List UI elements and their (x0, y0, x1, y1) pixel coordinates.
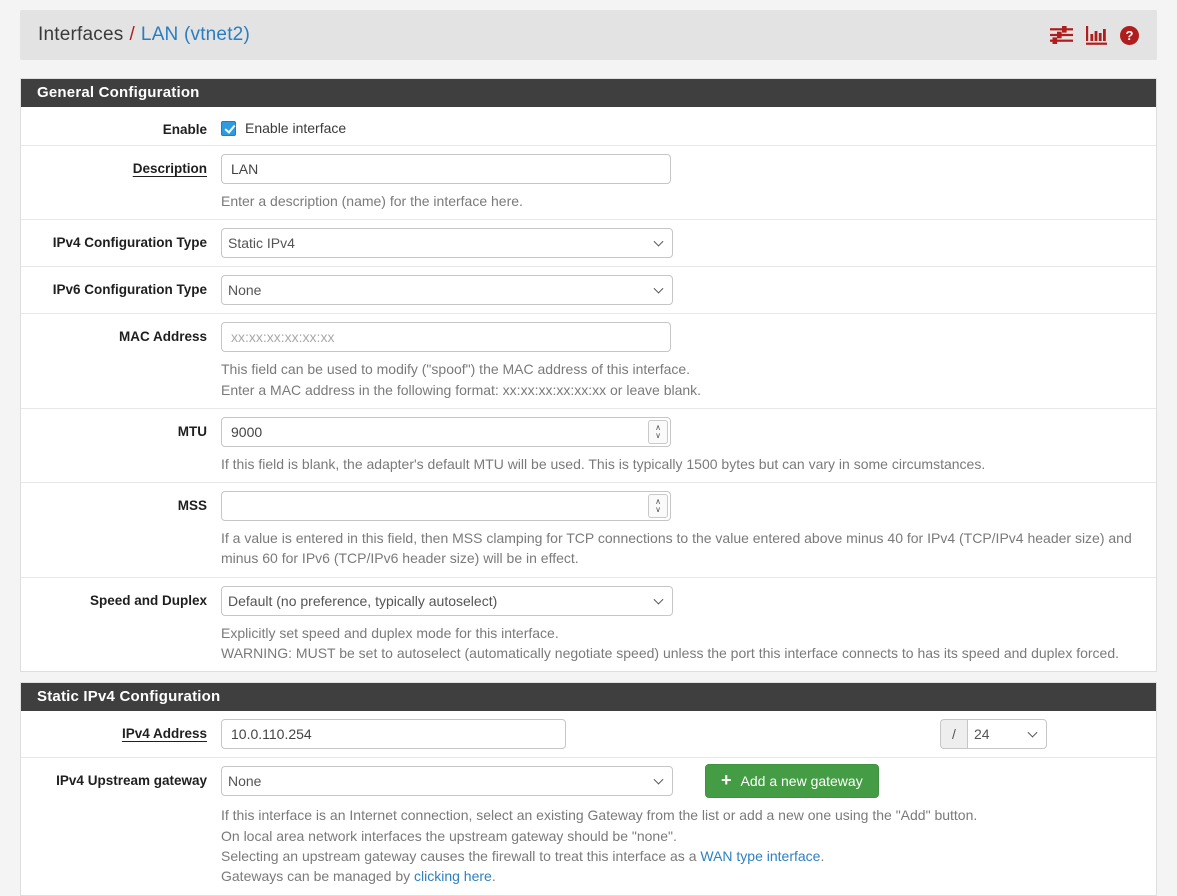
general-configuration-panel: General Configuration Enable Enable inte… (20, 78, 1157, 672)
subnet-mask-prefix: / (940, 719, 967, 749)
row-ipv4-config-type: IPv4 Configuration Type Static IPv4 (21, 219, 1156, 266)
ipv4-upstream-gateway-help: If this interface is an Internet connect… (221, 805, 1140, 886)
speed-duplex-help: Explicitly set speed and duplex mode for… (221, 623, 1140, 664)
static-ipv4-panel: Static IPv4 Configuration IPv4 Address /… (20, 682, 1157, 895)
mac-address-input[interactable] (221, 322, 671, 352)
row-description: Description Enter a description (name) f… (21, 145, 1156, 219)
row-ipv4-upstream-gateway: IPv4 Upstream gateway None + Add a new g… (21, 757, 1156, 894)
enable-interface-checkbox-label[interactable]: Enable interface (245, 120, 346, 136)
enable-label: Enable (21, 115, 221, 137)
description-input[interactable] (221, 154, 671, 184)
breadcrumb-bar: Interfaces/LAN (vtnet2) (20, 10, 1157, 60)
section-title-general: General Configuration (21, 79, 1156, 107)
subnet-mask-select[interactable]: 24 (967, 719, 1047, 749)
row-mac-address: MAC Address This field can be used to mo… (21, 313, 1156, 408)
section-title-static-ipv4: Static IPv4 Configuration (21, 683, 1156, 711)
gateways-clicking-here-link[interactable]: clicking here (414, 868, 492, 884)
row-mss: MSS ∧∨ If a value is entered in this fie… (21, 482, 1156, 577)
ipv6-config-type-label: IPv6 Configuration Type (21, 275, 221, 297)
mtu-help: If this field is blank, the adapter's de… (221, 454, 1140, 474)
speed-duplex-label: Speed and Duplex (21, 586, 221, 608)
plus-icon: + (721, 771, 732, 789)
breadcrumb-page-link[interactable]: LAN (vtnet2) (141, 24, 250, 45)
ipv4-upstream-gateway-label: IPv4 Upstream gateway (21, 766, 221, 788)
number-spinner-icon[interactable]: ∧∨ (648, 494, 668, 518)
enable-interface-checkbox[interactable] (221, 121, 236, 136)
wan-type-interface-link[interactable]: WAN type interface (700, 848, 820, 864)
mtu-input[interactable] (221, 417, 671, 447)
chart-bar-icon[interactable] (1086, 26, 1107, 45)
breadcrumb: Interfaces/LAN (vtnet2) (38, 24, 250, 46)
mac-address-label: MAC Address (21, 322, 221, 344)
ipv4-config-type-select[interactable]: Static IPv4 (221, 228, 673, 258)
ipv4-upstream-gateway-select[interactable]: None (221, 766, 673, 796)
mss-help: If a value is entered in this field, the… (221, 528, 1140, 569)
breadcrumb-separator: / (123, 24, 140, 45)
row-enable: Enable Enable interface (21, 107, 1156, 145)
mss-input[interactable] (221, 491, 671, 521)
help-icon[interactable]: ? (1120, 26, 1139, 45)
breadcrumb-section: Interfaces (38, 24, 123, 45)
description-help: Enter a description (name) for the inter… (221, 191, 1140, 211)
row-speed-duplex: Speed and Duplex Default (no preference,… (21, 577, 1156, 672)
add-gateway-button[interactable]: + Add a new gateway (705, 764, 879, 798)
mtu-label: MTU (21, 417, 221, 439)
sliders-icon[interactable] (1050, 25, 1073, 45)
mac-address-help: This field can be used to modify ("spoof… (221, 359, 1140, 400)
ipv4-address-label: IPv4 Address (21, 719, 221, 741)
subnet-mask-group: / 24 (940, 719, 1047, 749)
mss-label: MSS (21, 491, 221, 513)
ipv4-config-type-label: IPv4 Configuration Type (21, 228, 221, 250)
ipv6-config-type-select[interactable]: None (221, 275, 673, 305)
row-ipv4-address: IPv4 Address / 24 (21, 711, 1156, 757)
speed-duplex-select[interactable]: Default (no preference, typically autose… (221, 586, 673, 616)
row-ipv6-config-type: IPv6 Configuration Type None (21, 266, 1156, 313)
description-label: Description (21, 154, 221, 176)
row-mtu: MTU ∧∨ If this field is blank, the adapt… (21, 408, 1156, 482)
ipv4-address-input[interactable] (221, 719, 566, 749)
number-spinner-icon[interactable]: ∧∨ (648, 420, 668, 444)
